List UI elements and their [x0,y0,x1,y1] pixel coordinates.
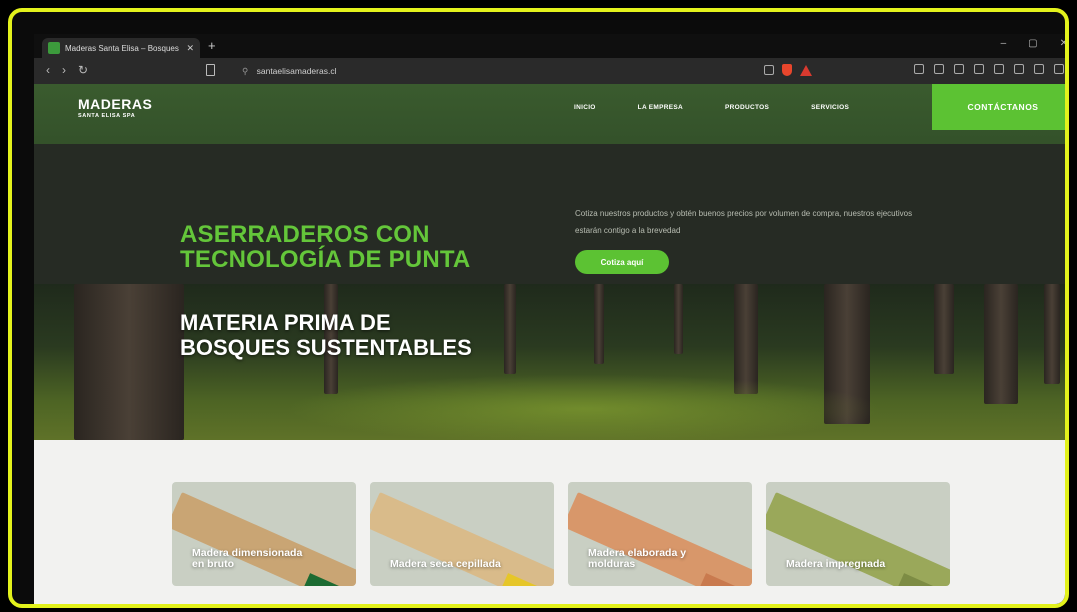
menu-icon[interactable] [1054,64,1064,74]
tree-trunk [74,284,184,440]
tree-trunk [934,284,954,374]
product-card[interactable]: Madera impregnada [766,482,950,586]
tabs-icon[interactable] [994,64,1004,74]
product-card-label: Madera seca cepillada [390,558,501,570]
wood-plank-image [172,492,356,586]
new-tab-button[interactable]: + [208,38,216,54]
nav-link-servicios[interactable]: SERVICIOS [811,104,849,111]
extensions-icon[interactable] [1014,64,1024,74]
product-card[interactable]: Madera seca cepillada [370,482,554,586]
product-card-label: Madera elaborada y molduras [588,547,687,570]
nav-link-productos[interactable]: PRODUCTOS [725,104,769,111]
product-card-label: Madera impregnada [786,558,886,570]
headline-line: MATERIA PRIMA DE [180,310,391,335]
hero-section: MADERAS SANTA ELISA SPA INICIO LA EMPRES… [34,84,1065,440]
tab-bar: Maderas Santa Elisa – Bosques s ✕ + ‒ ▢ … [34,34,1065,58]
quote-button[interactable]: Cotiza aquí [575,250,669,274]
address-toolbar: ‹ › ↻ ⚲ santaelisamaderas.cl [34,58,1065,84]
highlight-frame: Maderas Santa Elisa – Bosques s ✕ + ‒ ▢ … [8,8,1069,608]
nav-link-empresa[interactable]: LA EMPRESA [638,104,683,111]
rewards-icon[interactable] [800,64,812,76]
address-bar[interactable]: ⚲ santaelisamaderas.cl [234,63,834,79]
close-window-button[interactable]: ✕ [1060,38,1065,49]
main-nav: INICIO LA EMPRESA PRODUCTOS SERVICIOS [574,104,849,111]
window-controls: ‒ ▢ ✕ [1001,38,1065,49]
tree-trunk [984,284,1018,404]
share-icon[interactable] [764,65,774,75]
sidebar-icon[interactable] [914,64,924,74]
back-button[interactable]: ‹ [46,63,50,77]
wallet-icon[interactable] [934,64,944,74]
product-cards: Madera dimensionada en bruto Madera seca … [172,482,950,586]
headline-line: ASERRADEROS CON [180,221,430,248]
tab-close-icon[interactable]: ✕ [186,43,194,54]
tree-trunk [1044,284,1060,384]
reload-button[interactable]: ↻ [78,63,88,77]
wood-plank-image [568,492,752,586]
headline-raw-material: MATERIA PRIMA DE BOSQUES SUSTENTABLES [180,310,472,360]
product-card[interactable]: Madera elaborada y molduras [568,482,752,586]
site-header: MADERAS SANTA ELISA SPA INICIO LA EMPRES… [34,84,1065,144]
wood-plank-image [370,492,554,586]
minimize-button[interactable]: ‒ [1001,38,1007,49]
extension-icons [914,64,1064,74]
product-card[interactable]: Madera dimensionada en bruto [172,482,356,586]
bookmark-icon[interactable] [206,64,215,76]
tree-trunk [504,284,516,374]
headline-line: BOSQUES SUSTENTABLES [180,335,472,360]
music-icon[interactable] [954,64,964,74]
browser-window: Maderas Santa Elisa – Bosques s ✕ + ‒ ▢ … [34,34,1065,604]
nav-link-inicio[interactable]: INICIO [574,104,596,111]
tree-trunk [674,284,683,354]
headline-sawmills: ASERRADEROS CON TECNOLOGÍA DE PUNTA [180,222,470,272]
vpn-icon[interactable] [1034,64,1044,74]
forward-button[interactable]: › [62,63,66,77]
website-viewport: MADERAS SANTA ELISA SPA INICIO LA EMPRES… [34,84,1065,604]
split-view-icon[interactable] [974,64,984,74]
address-bar-actions [764,64,812,76]
wood-plank-image [766,492,950,586]
url-text: santaelisamaderas.cl [256,66,337,76]
site-logo[interactable]: MADERAS SANTA ELISA SPA [78,96,152,119]
tree-trunk [594,284,604,364]
site-favicon-icon [48,42,60,54]
maximize-button[interactable]: ▢ [1028,38,1037,49]
brave-shields-icon[interactable] [782,64,792,76]
tab-title: Maderas Santa Elisa – Bosques s [65,43,182,53]
promo-text: Cotiza nuestros productos y obtén buenos… [575,209,913,235]
logo-sub-text: SANTA ELISA SPA [78,113,136,119]
moss-light [284,374,884,440]
nav-buttons: ‹ › ↻ [46,63,88,77]
contact-button[interactable]: CONTÁCTANOS [932,84,1065,130]
browser-tab[interactable]: Maderas Santa Elisa – Bosques s ✕ [42,38,200,58]
product-card-label: Madera dimensionada en bruto [192,547,303,570]
headline-line: TECNOLOGÍA DE PUNTA [180,246,471,273]
logo-main-text: MADERAS [78,96,153,112]
site-info-icon[interactable]: ⚲ [242,66,248,76]
